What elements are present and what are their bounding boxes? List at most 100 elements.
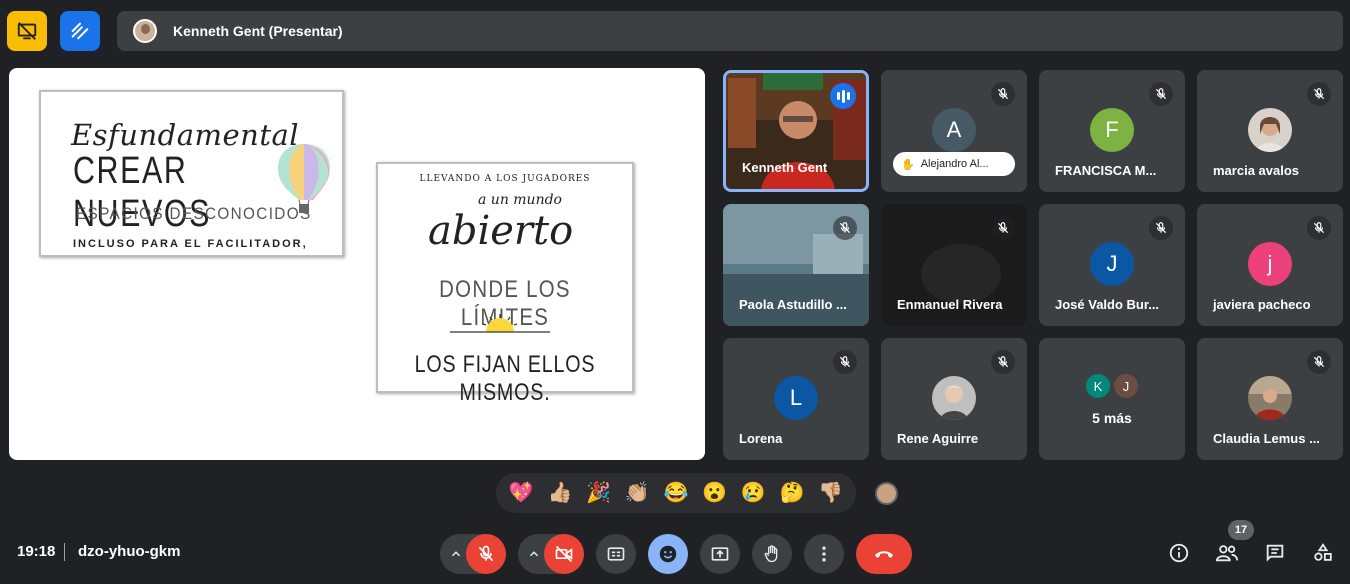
- presentation-off-button[interactable]: [7, 11, 47, 51]
- raised-hand-badge: ✋ Alejandro Al...: [893, 152, 1015, 176]
- mic-off-icon: [833, 216, 857, 240]
- card1-line1: Esfundamental: [71, 118, 300, 152]
- card2-line2: a un mundo: [478, 192, 562, 208]
- participant-avatar: J: [1090, 242, 1134, 286]
- chat-icon: [1266, 544, 1284, 562]
- chevron-up-icon[interactable]: [527, 547, 541, 561]
- participant-photo: [1248, 108, 1292, 152]
- whiteboard-button[interactable]: [60, 11, 100, 51]
- present-now-button[interactable]: [700, 534, 740, 574]
- tears-of-joy-reaction[interactable]: 😂: [664, 483, 689, 503]
- participant-name: Rene Aguirre: [897, 431, 979, 446]
- meeting-time: 19:18: [17, 543, 56, 560]
- participant-name: Claudia Lemus ...: [1213, 431, 1320, 446]
- mic-off-icon: [478, 545, 494, 562]
- participant-tile[interactable]: F FRANCISCA M...: [1039, 70, 1185, 192]
- presenter-avatar: [133, 19, 157, 43]
- camera-off-icon: [555, 545, 573, 563]
- thinking-reaction[interactable]: 🤔: [779, 483, 804, 503]
- more-avatars: K J: [1084, 372, 1140, 400]
- participant-photo: [1248, 376, 1292, 420]
- captions-button[interactable]: [596, 534, 636, 574]
- participant-name: Paola Astudillo ...: [739, 297, 847, 312]
- surprised-reaction[interactable]: 😮: [702, 483, 727, 503]
- participant-name: Kenneth Gent: [742, 160, 828, 175]
- card2-line5: LOS FIJAN ELLOS MISMOS.: [414, 351, 596, 406]
- participant-name: FRANCISCA M...: [1055, 163, 1157, 178]
- participant-name: Alejandro Al...: [920, 158, 989, 170]
- more-options-button[interactable]: [804, 534, 844, 574]
- participant-tile[interactable]: L Lorena: [723, 338, 869, 460]
- participant-tile[interactable]: marcia avalos: [1197, 70, 1343, 192]
- participant-name: Lorena: [739, 431, 783, 446]
- card2-line3: abierto: [428, 208, 574, 254]
- chevron-up-icon[interactable]: [449, 547, 463, 561]
- participant-avatar: J: [1112, 372, 1140, 400]
- mic-off-icon: [1307, 82, 1331, 106]
- more-vert-icon: [822, 546, 826, 562]
- sparkling-heart-reaction[interactable]: 💖: [509, 483, 534, 503]
- participant-avatar: A: [932, 108, 976, 152]
- card1-line4: INCLUSO PARA EL FACILITADOR,: [73, 238, 308, 250]
- participant-name: marcia avalos: [1213, 163, 1300, 178]
- presenter-label: Kenneth Gent (Presentar): [173, 23, 343, 39]
- meeting-details-button[interactable]: [1167, 541, 1191, 565]
- people-button[interactable]: [1215, 541, 1239, 565]
- skin-tone-selector[interactable]: [875, 482, 898, 505]
- participant-avatar: K: [1084, 372, 1112, 400]
- camera-toggle-button[interactable]: [544, 534, 584, 574]
- thumbs-down-reaction[interactable]: 👎🏼: [818, 483, 843, 503]
- participant-tile[interactable]: Rene Aguirre: [881, 338, 1027, 460]
- info-icon: [1169, 543, 1189, 563]
- mic-off-icon: [991, 350, 1015, 374]
- clapping-reaction[interactable]: 👏🏼: [625, 483, 650, 503]
- captions-icon: [607, 547, 625, 561]
- slide-card-1: Esfundamental CREAR NUEVOS ESPACIOS DESC…: [39, 90, 344, 257]
- mic-off-icon: [833, 350, 857, 374]
- crying-reaction[interactable]: 😢: [741, 483, 766, 503]
- hang-up-icon: [875, 551, 893, 558]
- raise-hand-button[interactable]: [752, 534, 792, 574]
- microphone-toggle-button[interactable]: [466, 534, 506, 574]
- thumbs-up-reaction[interactable]: 👍🏼: [548, 483, 573, 503]
- participant-tile[interactable]: Claudia Lemus ...: [1197, 338, 1343, 460]
- hot-air-balloon-icon: [278, 144, 330, 213]
- hand-icon: ✋: [901, 158, 915, 171]
- pen-icon: [71, 22, 89, 40]
- shared-slide: Esfundamental CREAR NUEVOS ESPACIOS DESC…: [9, 68, 705, 460]
- participant-photo: [932, 376, 976, 420]
- participant-avatar: F: [1090, 108, 1134, 152]
- participant-tile[interactable]: Enmanuel Rivera: [881, 204, 1027, 326]
- mic-off-icon: [1307, 350, 1331, 374]
- present-screen-icon: [711, 547, 729, 561]
- mic-off-icon: [1149, 82, 1173, 106]
- mic-off-icon: [991, 216, 1015, 240]
- participant-avatar: L: [774, 376, 818, 420]
- presenter-banner[interactable]: Kenneth Gent (Presentar): [117, 11, 1343, 51]
- people-icon: [1215, 545, 1238, 562]
- party-popper-reaction[interactable]: 🎉: [586, 483, 611, 503]
- slide-card-2: LLEVANDO A LOS JUGADORES a un mundo abie…: [376, 162, 634, 406]
- leave-call-button[interactable]: [856, 534, 912, 574]
- send-reaction-button[interactable]: [648, 534, 688, 574]
- sunrise-icon: [450, 314, 550, 333]
- divider: [64, 543, 65, 561]
- participant-tile[interactable]: Paola Astudillo ...: [723, 204, 869, 326]
- mic-off-icon: [991, 82, 1015, 106]
- participant-tile[interactable]: J José Valdo Bur...: [1039, 204, 1185, 326]
- presentation-off-icon: [17, 22, 37, 40]
- speaking-indicator-icon: [830, 83, 856, 109]
- more-participants-tile[interactable]: K J 5 más: [1039, 338, 1185, 460]
- mic-off-icon: [1307, 216, 1331, 240]
- smiley-icon: [659, 545, 677, 563]
- activities-icon: [1314, 543, 1332, 561]
- reactions-bar: 💖 👍🏼 🎉 👏🏼 😂 😮 😢 🤔 👎🏼: [496, 473, 856, 513]
- chat-button[interactable]: [1263, 541, 1287, 565]
- participant-name: José Valdo Bur...: [1055, 297, 1160, 312]
- participant-count-badge: 17: [1228, 520, 1254, 540]
- meeting-code: dzo-yhuo-gkm: [78, 543, 181, 560]
- activities-button[interactable]: [1311, 541, 1335, 565]
- participant-tile[interactable]: Kenneth Gent: [723, 70, 869, 192]
- participant-tile[interactable]: A ✋ Alejandro Al...: [881, 70, 1027, 192]
- participant-tile[interactable]: j javiera pacheco: [1197, 204, 1343, 326]
